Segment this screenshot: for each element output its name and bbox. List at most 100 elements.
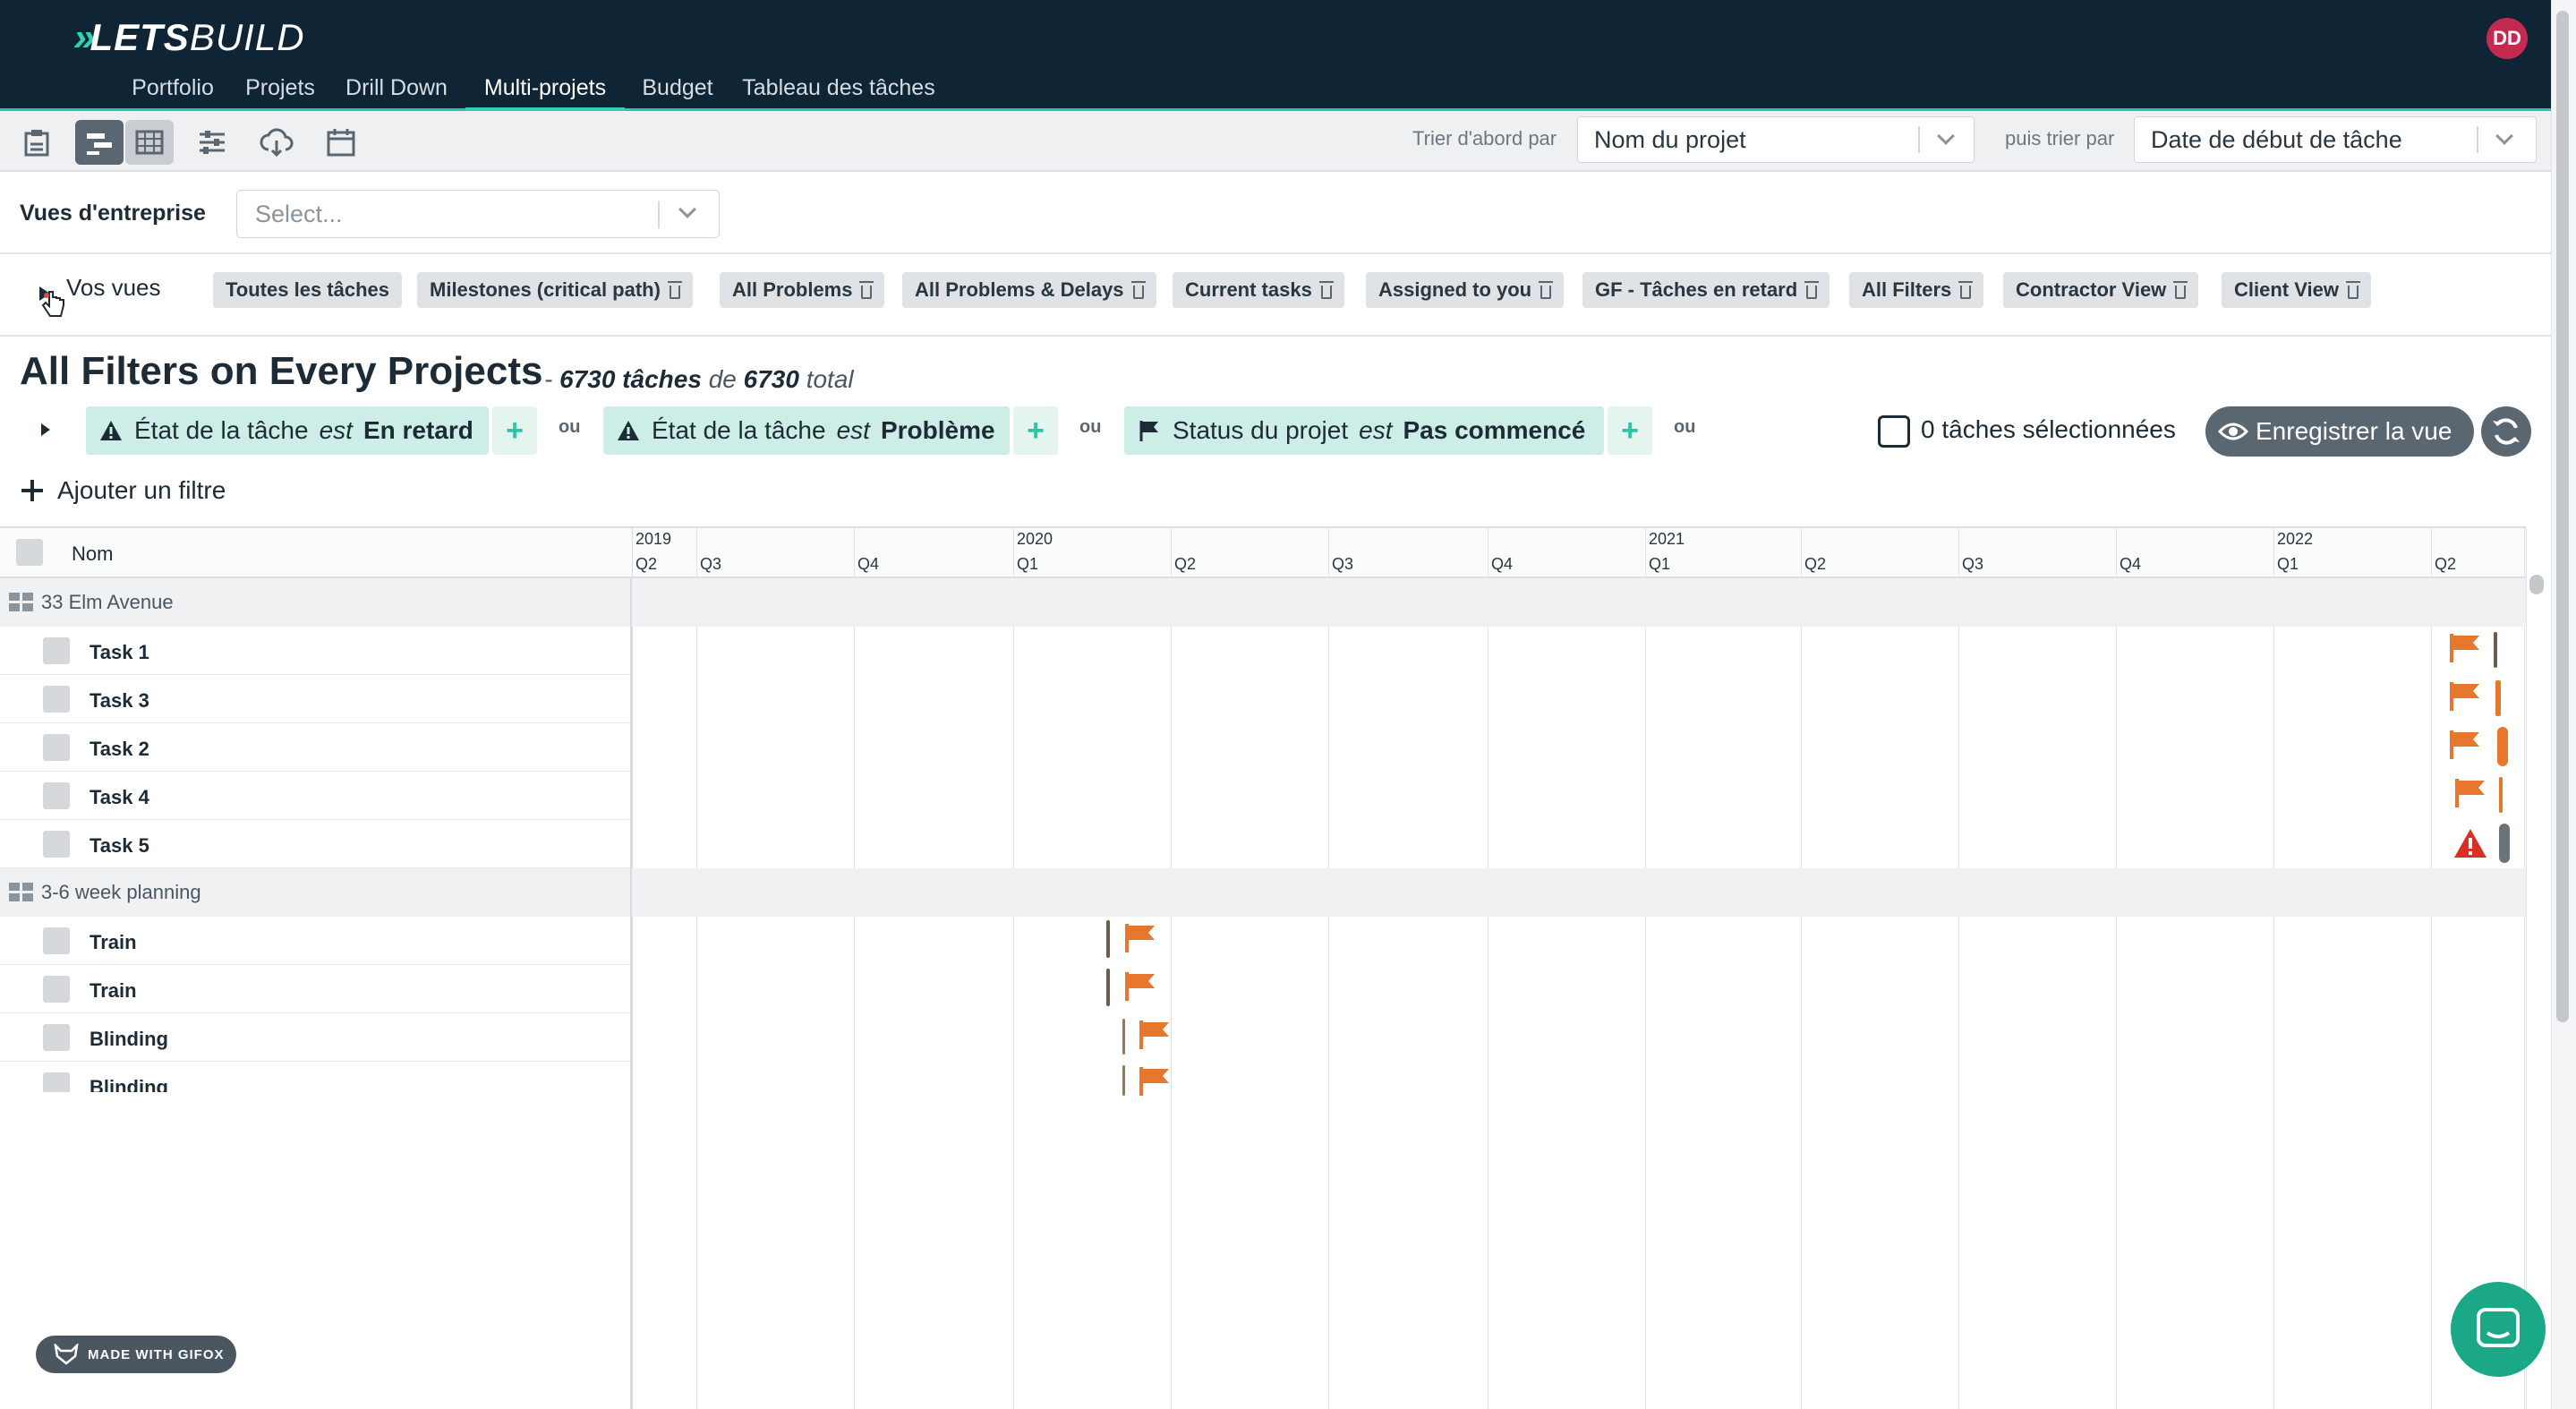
view-chip-contractor-view[interactable]: Contractor View [2003,272,2199,308]
view-chip-toutes-les-taches[interactable]: Toutes les tâches [213,272,402,308]
gantt-icon[interactable] [75,120,124,165]
task-row[interactable]: Train [0,965,632,1013]
filter-status-pas-commence[interactable]: Status du projet est Pas commencé [1124,406,1604,455]
page-scrollbar-thumb[interactable] [2556,11,2569,1022]
task-row[interactable]: Blinding [0,1062,632,1092]
cloud-download-icon[interactable] [252,120,301,165]
task-bar[interactable] [1122,1019,1125,1055]
save-view-button[interactable]: Enregistrer la vue [2205,406,2474,457]
task-row[interactable]: Train [0,917,632,965]
task-bar[interactable] [2494,632,2497,668]
group-row[interactable]: 3-6 week planning [0,868,2526,917]
user-avatar[interactable]: DD [2486,18,2528,59]
gantt-scrollbar[interactable] [2526,528,2549,1409]
nav-tab-projets[interactable]: Projets [238,72,322,111]
calendar-icon[interactable] [317,120,365,165]
task-bar[interactable] [2497,727,2508,766]
task-name[interactable]: Task 1 [90,641,149,664]
task-name[interactable]: Task 2 [90,738,149,761]
filter-etat-en-retard[interactable]: État de la tâche est En retard [86,406,489,455]
group-row[interactable]: 33 Elm Avenue [0,578,2526,627]
task-checkbox[interactable] [43,927,70,954]
trash-icon[interactable] [1539,280,1554,299]
milestone-flag-icon[interactable] [1137,1019,1173,1051]
task-name[interactable]: Blinding [90,1076,168,1092]
trash-icon[interactable] [2173,280,2188,299]
letsbuild-logo[interactable]: » LETSBUILD [73,15,305,59]
task-bar[interactable] [1106,969,1110,1006]
trash-icon[interactable] [1958,280,1974,299]
milestone-flag-icon[interactable] [1137,1065,1173,1097]
task-checkbox[interactable] [43,686,70,713]
trash-icon[interactable] [859,280,874,299]
task-checkbox[interactable] [43,782,70,809]
nav-tab-portfolio[interactable]: Portfolio [125,72,220,111]
company-views-select[interactable]: Select... [236,190,720,238]
view-chip-gf-taches-en-retard[interactable]: GF - Tâches en retard [1582,272,1830,308]
view-chip-client-view[interactable]: Client View [2222,272,2371,308]
task-name[interactable]: Train [90,931,137,954]
trash-icon[interactable] [1318,280,1334,299]
gantt-scrollbar-thumb[interactable] [2529,575,2544,594]
task-checkbox[interactable] [43,1024,70,1051]
milestone-flag-icon[interactable] [1122,922,1158,954]
view-chip-current-tasks[interactable]: Current tasks [1173,272,1344,308]
milestone-flag-icon[interactable] [1122,970,1158,1003]
milestone-flag-icon[interactable] [2452,777,2488,809]
select-all-checkbox[interactable] [1878,415,1910,448]
nav-tab-multi-projets[interactable]: Multi-projets [465,72,625,111]
task-name[interactable]: Train [90,979,137,1003]
view-chip-assigned-to-you[interactable]: Assigned to you [1366,272,1565,308]
task-checkbox[interactable] [43,976,70,1003]
task-bar[interactable] [2499,777,2503,813]
task-checkbox[interactable] [43,637,70,664]
view-chip-milestones[interactable]: Milestones (critical path) [417,272,693,308]
header-checkbox[interactable] [16,539,43,566]
task-checkbox[interactable] [43,1072,70,1092]
sort-then-select[interactable]: Date de début de tâche [2134,116,2537,163]
milestone-flag-icon[interactable] [2447,632,2483,664]
add-filter-button[interactable]: Ajouter un filtre [20,476,226,505]
warning-icon[interactable] [2452,827,2488,859]
nav-tab-budget[interactable]: Budget [637,72,718,111]
milestone-flag-icon[interactable] [2447,680,2483,713]
table-icon[interactable] [125,120,174,165]
pane-divider[interactable] [630,578,632,1409]
trash-icon[interactable] [1804,280,1820,299]
task-row[interactable]: Task 5 [0,820,632,868]
trash-icon[interactable] [667,280,682,299]
task-name[interactable]: Task 5 [90,834,149,858]
task-row[interactable]: Blinding [0,1013,632,1062]
nav-tab-tableau-des-taches[interactable]: Tableau des tâches [736,72,942,111]
add-or-filter-button[interactable]: + [1013,406,1058,455]
task-name[interactable]: Task 4 [90,786,149,809]
task-bar[interactable] [2495,680,2501,716]
expand-filters-icon[interactable] [39,421,52,443]
milestone-flag-icon[interactable] [2447,729,2483,761]
view-chip-all-filters[interactable]: All Filters [1849,272,1984,308]
view-chip-all-problems[interactable]: All Problems [720,272,885,308]
nav-tab-drill-down[interactable]: Drill Down [340,72,453,111]
task-row[interactable]: Task 3 [0,675,632,723]
task-bar[interactable] [2499,824,2510,863]
add-or-filter-button[interactable]: + [1608,406,1652,455]
task-checkbox[interactable] [43,734,70,761]
task-row[interactable]: Task 2 [0,723,632,772]
clipboard-icon[interactable] [13,120,61,165]
settings-sliders-icon[interactable] [188,120,236,165]
trash-icon[interactable] [2345,280,2360,299]
sort-first-select[interactable]: Nom du projet [1577,116,1975,163]
task-name[interactable]: Task 3 [90,689,149,713]
task-bar[interactable] [1106,920,1110,958]
task-checkbox[interactable] [43,831,70,858]
task-name[interactable]: Blinding [90,1028,168,1051]
view-chip-all-problems-delays[interactable]: All Problems & Delays [902,272,1156,308]
add-or-filter-button[interactable]: + [492,406,537,455]
task-row[interactable]: Task 1 [0,627,632,675]
task-bar[interactable] [1122,1065,1125,1096]
refresh-button[interactable] [2481,406,2531,457]
filter-etat-probleme[interactable]: État de la tâche est Problème [603,406,1010,455]
task-row[interactable]: Task 4 [0,772,632,820]
chat-launcher-button[interactable] [2451,1282,2546,1377]
trash-icon[interactable] [1130,280,1146,299]
